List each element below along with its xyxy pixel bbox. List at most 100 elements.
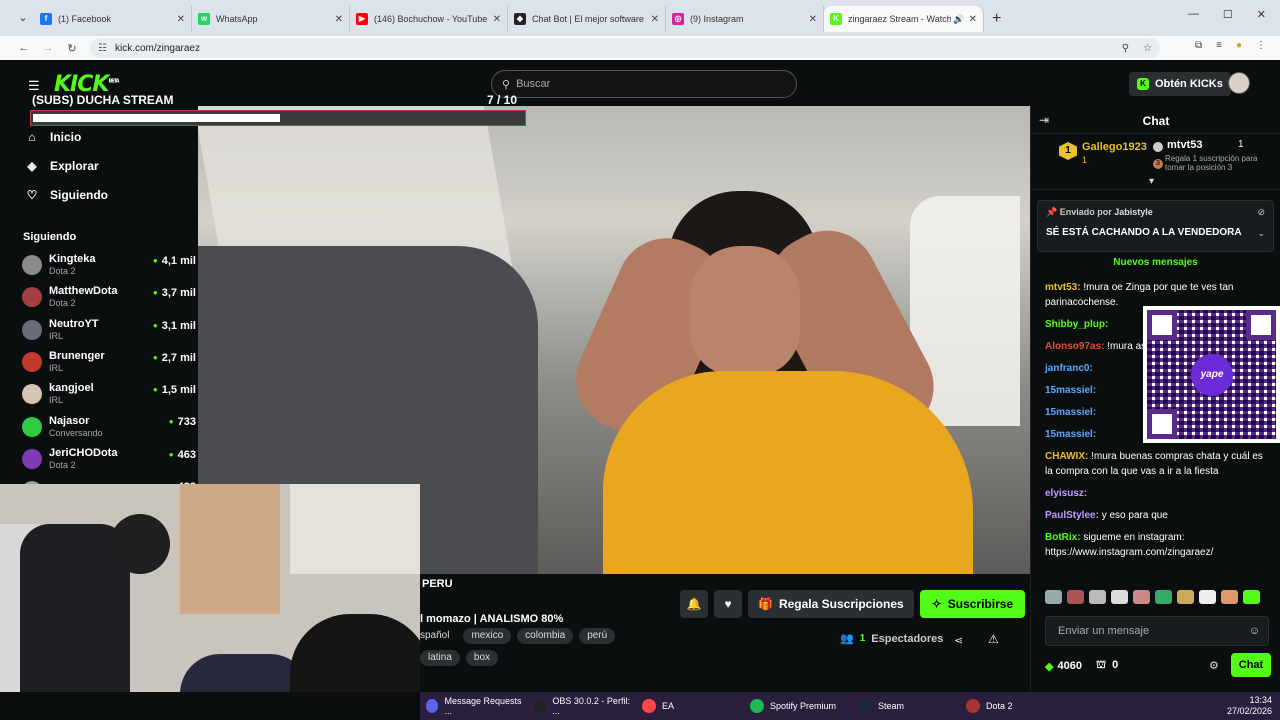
following-channel[interactable]: JeriCHODotaDota 2 463 bbox=[20, 443, 196, 475]
menu-hamburger-icon[interactable]: ☰ bbox=[28, 78, 40, 94]
emote[interactable] bbox=[1111, 590, 1128, 604]
chat-username[interactable]: Shibby_plup bbox=[1045, 319, 1105, 330]
tab-search-icon[interactable]: ⌄ bbox=[14, 9, 32, 27]
leader-second-name[interactable]: mtvt53 bbox=[1167, 139, 1202, 151]
tab-close-icon[interactable]: ✕ bbox=[809, 14, 817, 25]
zoom-icon[interactable]: ⚲ bbox=[1122, 43, 1129, 54]
holdings[interactable]: ⛫ 0 bbox=[1096, 659, 1118, 673]
emote[interactable] bbox=[1067, 590, 1084, 604]
expand-leaderboard-icon[interactable]: ▾ bbox=[1149, 176, 1154, 187]
emote[interactable] bbox=[1221, 590, 1238, 604]
stream-tag[interactable]: mexico bbox=[463, 628, 512, 644]
reload-icon[interactable]: ↻ bbox=[60, 42, 84, 55]
follow-heart-button[interactable]: ♥ bbox=[714, 590, 742, 618]
chat-message-input[interactable] bbox=[1058, 625, 1238, 637]
media-control-icon[interactable]: ≡ bbox=[1216, 40, 1222, 51]
search-bar[interactable]: ⚲ bbox=[491, 70, 797, 98]
following-channel[interactable]: KingtekaDota 2 4,1 mil bbox=[20, 249, 196, 281]
browser-tab[interactable]: w WhatsApp ✕ bbox=[192, 6, 350, 32]
sidebar-item-explorar[interactable]: ◈ Explorar bbox=[20, 151, 196, 180]
url-field[interactable]: ☷ kick.com/zingaraez ⚲ ☆ bbox=[90, 38, 1160, 58]
back-icon[interactable]: ← bbox=[12, 42, 36, 54]
browser-tab[interactable]: Kzingaraez Stream - Watch L 🔊 ✕ bbox=[824, 6, 984, 32]
tab-close-icon[interactable]: ✕ bbox=[177, 14, 185, 25]
report-warning-icon[interactable]: ⚠ bbox=[988, 632, 999, 646]
chat-username[interactable]: 15massiel bbox=[1045, 385, 1093, 396]
site-info-icon[interactable]: ☷ bbox=[98, 43, 107, 54]
extensions-icon[interactable]: ⧉ bbox=[1195, 40, 1202, 51]
stream-tag[interactable]: box bbox=[465, 650, 499, 666]
pinned-user[interactable]: Jabistyle bbox=[1114, 207, 1153, 217]
chat-username[interactable]: CHAWIX bbox=[1045, 451, 1085, 462]
stream-tag[interactable]: spañol bbox=[420, 628, 457, 644]
get-kicks-button[interactable]: K Obtén KICKs bbox=[1129, 72, 1231, 96]
emote[interactable] bbox=[1243, 590, 1260, 604]
forward-icon[interactable]: → bbox=[36, 42, 60, 54]
webcam-overlay bbox=[0, 484, 420, 692]
gift-subs-button[interactable]: 🎁 Regala Suscripciones bbox=[748, 590, 914, 618]
emote[interactable] bbox=[1155, 590, 1172, 604]
channel-viewers: 3,1 mil bbox=[153, 320, 196, 332]
emoji-icon[interactable]: ☺ bbox=[1249, 625, 1260, 637]
stream-tag[interactable]: colombia bbox=[517, 628, 574, 644]
emote[interactable] bbox=[1045, 590, 1062, 604]
chat-settings-icon[interactable]: ⚙ bbox=[1209, 659, 1219, 672]
share-icon[interactable]: ⋖ bbox=[954, 634, 963, 647]
bookmark-star-icon[interactable]: ☆ bbox=[1143, 43, 1152, 54]
minimize-icon[interactable]: — bbox=[1188, 8, 1199, 21]
taskbar-app[interactable]: Steam bbox=[852, 692, 960, 720]
kick-points[interactable]: ◆ 4060 bbox=[1045, 660, 1082, 673]
browser-tab[interactable]: f (1) Facebook ✕ bbox=[34, 6, 192, 32]
tab-audio-icon[interactable]: 🔊 bbox=[953, 14, 964, 25]
chat-username[interactable]: 15massiel bbox=[1045, 407, 1093, 418]
chat-username[interactable]: 15massiel bbox=[1045, 429, 1093, 440]
browser-tab[interactable]: ▶ (146) Bochuchow - YouTube ✕ bbox=[350, 6, 508, 32]
chat-username[interactable]: janfranc0 bbox=[1045, 363, 1089, 374]
taskbar-app[interactable]: Message Requests ... bbox=[420, 692, 528, 720]
following-channel[interactable]: BrunengerIRL 2,7 mil bbox=[20, 346, 196, 378]
stream-tag[interactable]: perú bbox=[579, 628, 616, 644]
stream-tag[interactable]: latina bbox=[420, 650, 460, 666]
following-channel[interactable]: NeutroYTIRL 3,1 mil bbox=[20, 314, 196, 346]
new-messages-divider[interactable]: Nuevos mensajes bbox=[1031, 257, 1280, 268]
chat-username[interactable]: Alonso97as bbox=[1045, 341, 1101, 352]
send-chat-button[interactable]: Chat bbox=[1231, 653, 1271, 677]
emote[interactable] bbox=[1177, 590, 1194, 604]
taskbar-app[interactable]: Dota 2 bbox=[960, 692, 1060, 720]
emote[interactable] bbox=[1089, 590, 1106, 604]
expand-pin-icon[interactable]: ⌄ bbox=[1257, 228, 1265, 239]
close-window-icon[interactable]: ✕ bbox=[1257, 8, 1266, 21]
menu-icon[interactable]: ⋮ bbox=[1256, 40, 1266, 51]
emote[interactable] bbox=[1133, 590, 1150, 604]
tab-close-icon[interactable]: ✕ bbox=[493, 14, 501, 25]
following-channel[interactable]: MatthewDotaDota 2 3,7 mil bbox=[20, 281, 196, 313]
chat-username[interactable]: PaulStylee bbox=[1045, 510, 1096, 521]
taskbar-app[interactable]: EA bbox=[636, 692, 744, 720]
following-channel[interactable]: NajasorConversando 733 bbox=[20, 410, 196, 442]
chat-username[interactable]: mtvt53 bbox=[1045, 282, 1077, 293]
sidebar-item-inicio[interactable]: ⌂ Inicio bbox=[20, 122, 196, 151]
taskbar-app[interactable]: Spotify Premium bbox=[744, 692, 852, 720]
logo-beta: BETA bbox=[108, 78, 119, 85]
browser-tab[interactable]: ◆ Chat Bot | El mejor software pa ✕ bbox=[508, 6, 666, 32]
search-input[interactable] bbox=[516, 78, 777, 90]
notification-bell-button[interactable]: 🔔 bbox=[680, 590, 708, 618]
chat-input-box[interactable]: ☺ bbox=[1045, 616, 1269, 646]
tab-close-icon[interactable]: ✕ bbox=[969, 14, 977, 25]
following-channel[interactable]: kangjoelIRL 1,5 mil bbox=[20, 378, 196, 410]
profile-icon[interactable]: ● bbox=[1236, 40, 1242, 51]
chat-username[interactable]: BotRix bbox=[1045, 532, 1077, 543]
maximize-icon[interactable]: ☐ bbox=[1223, 8, 1233, 21]
user-avatar[interactable] bbox=[1228, 72, 1250, 94]
tab-close-icon[interactable]: ✕ bbox=[651, 14, 659, 25]
new-tab-icon[interactable]: + bbox=[992, 6, 1001, 32]
leader-first-name[interactable]: Gallego1923 bbox=[1082, 141, 1147, 153]
taskbar-app[interactable]: OBS 30.0.2 - Perfil: ... bbox=[528, 692, 636, 720]
hide-pin-icon[interactable]: ⊘ bbox=[1257, 207, 1265, 218]
emote[interactable] bbox=[1199, 590, 1216, 604]
sidebar-item-siguiendo[interactable]: ♡ Siguiendo bbox=[20, 180, 196, 209]
tab-close-icon[interactable]: ✕ bbox=[335, 14, 343, 25]
chat-username[interactable]: elyisusz bbox=[1045, 488, 1084, 499]
subscribe-button[interactable]: ✧ Suscribirse bbox=[919, 590, 1026, 618]
browser-tab[interactable]: ◎ (9) Instagram ✕ bbox=[666, 6, 824, 32]
